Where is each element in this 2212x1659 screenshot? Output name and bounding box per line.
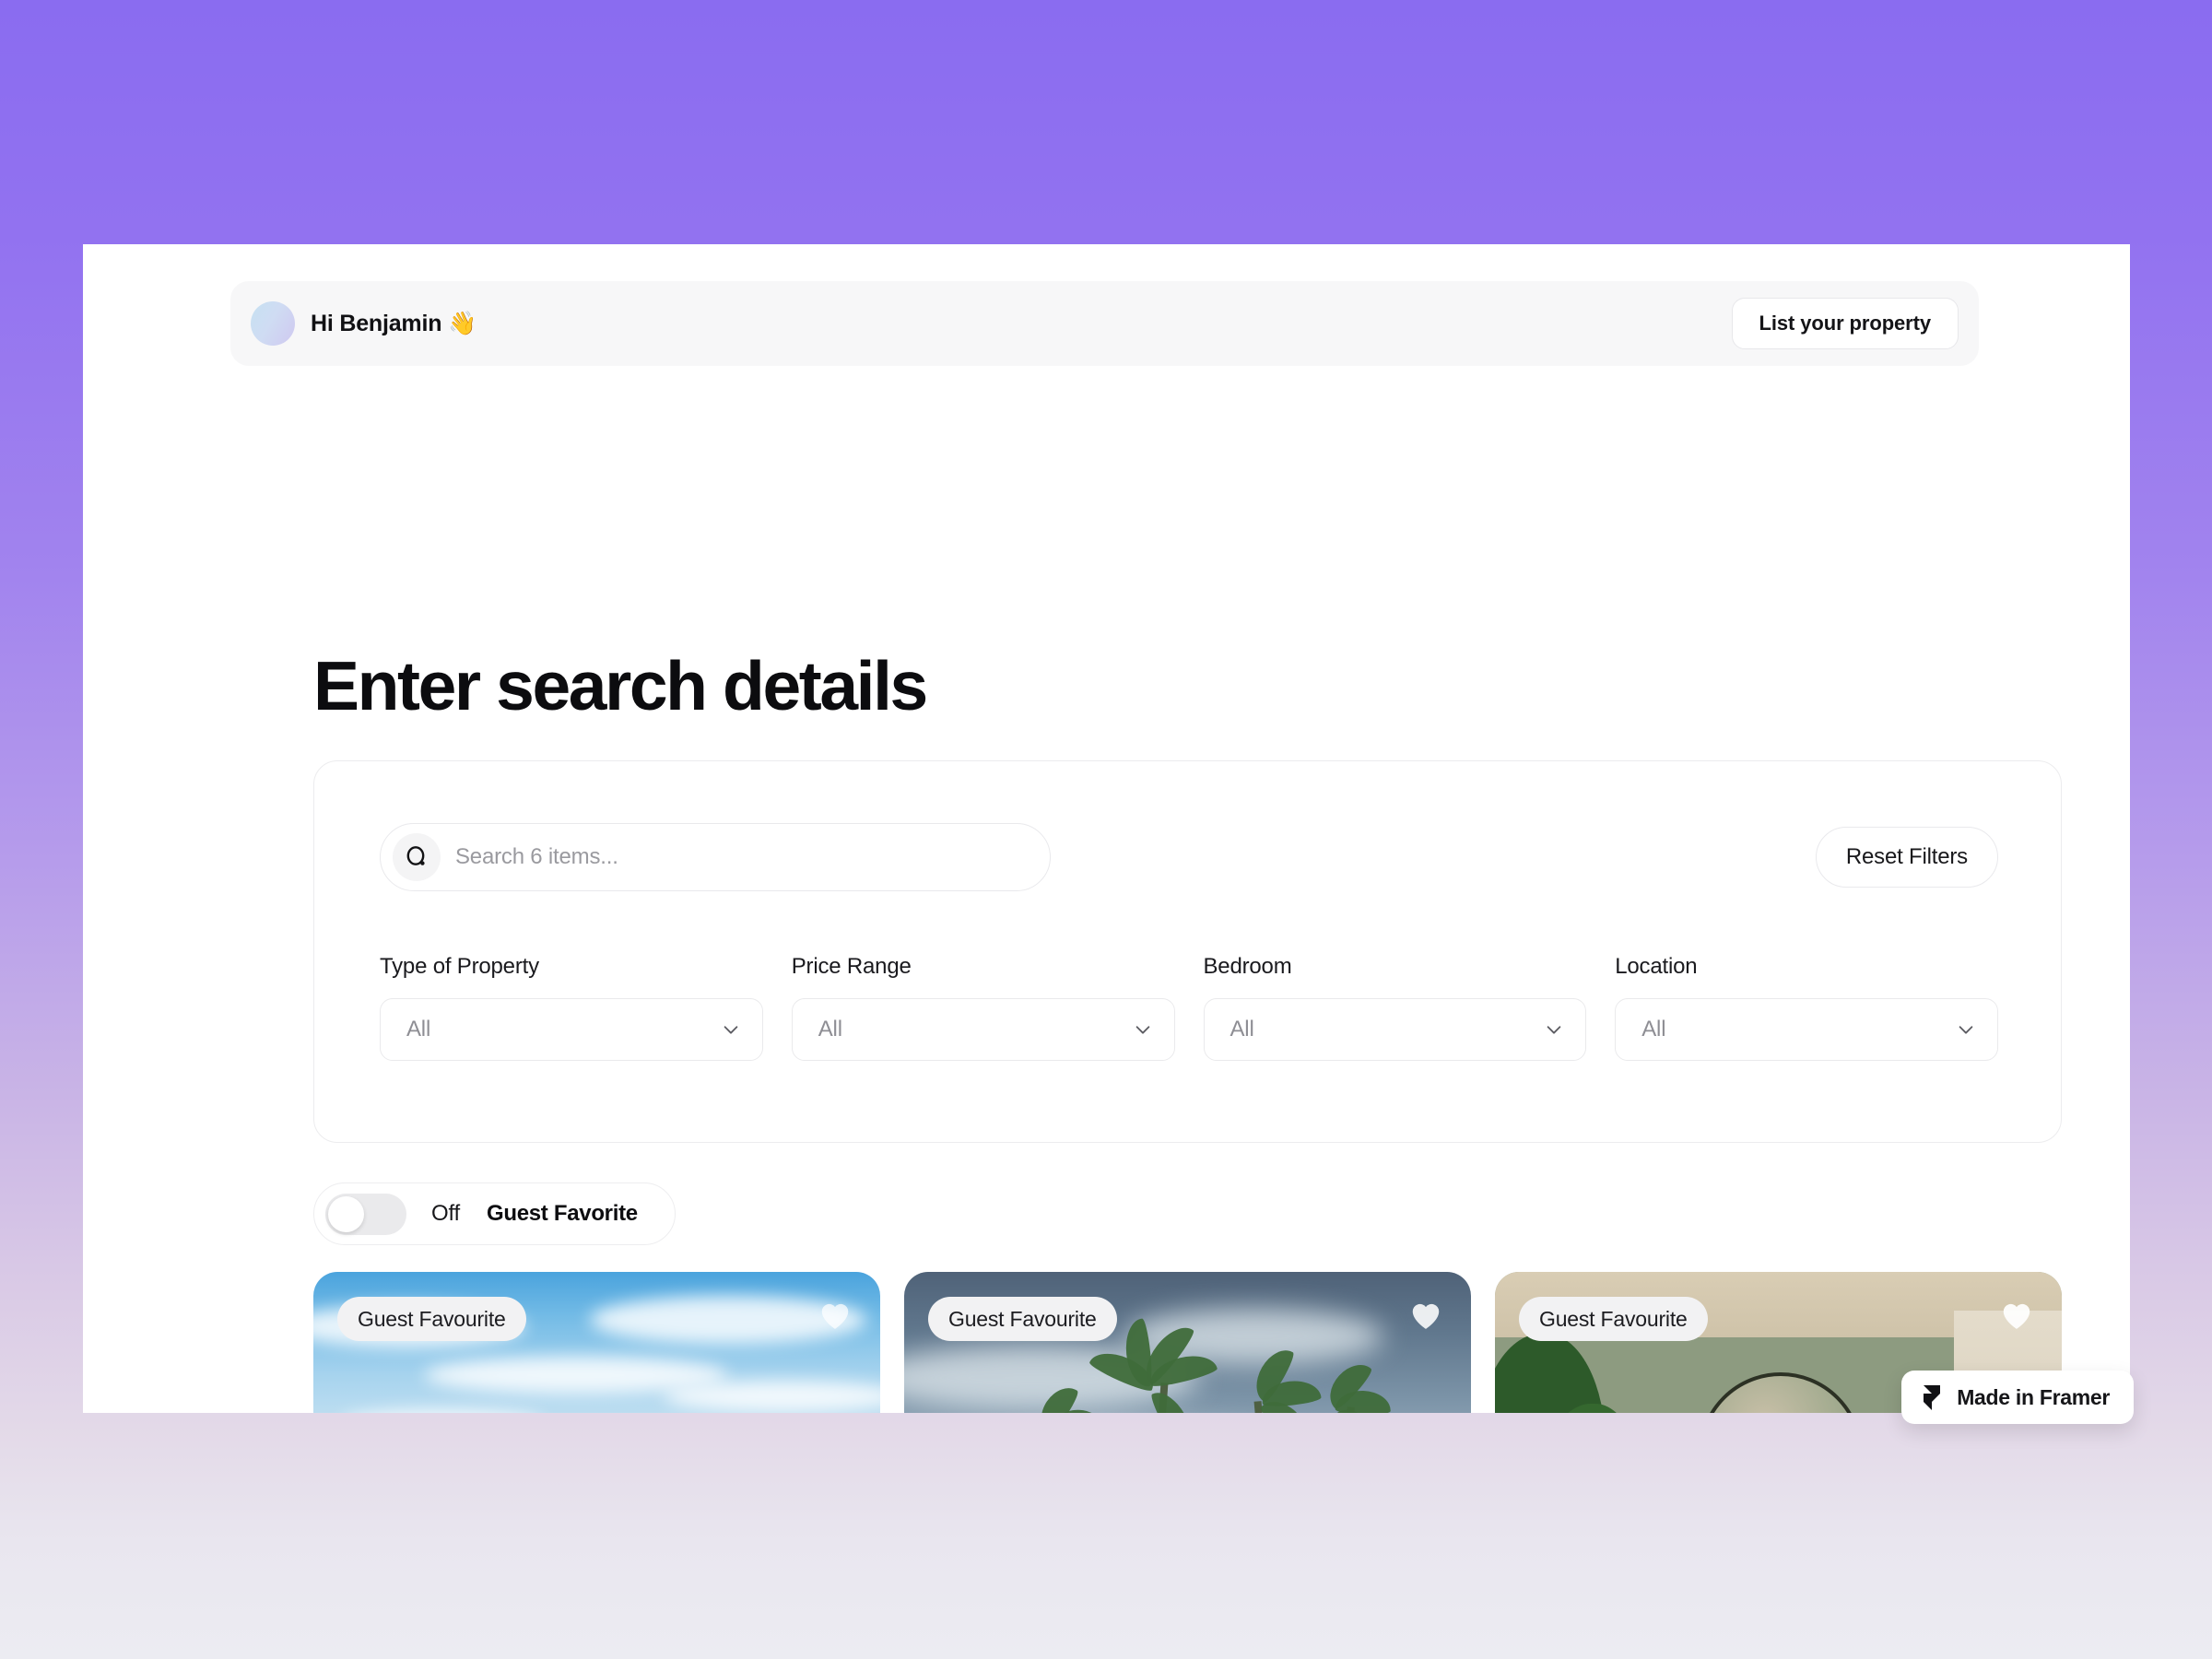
heart-icon[interactable] — [818, 1298, 853, 1331]
select-value: All — [818, 1017, 842, 1041]
filter-bedroom: Bedroom All — [1203, 954, 1587, 1061]
select-type-of-property[interactable]: All — [380, 998, 763, 1061]
filter-type-of-property: Type of Property All — [380, 954, 763, 1061]
chevron-down-icon — [1547, 1026, 1561, 1034]
reset-filters-button[interactable]: Reset Filters — [1815, 827, 1998, 888]
select-value: All — [1230, 1017, 1254, 1041]
chevron-down-icon — [1135, 1026, 1149, 1034]
greeting-group: Hi Benjamin 👋 — [251, 301, 477, 346]
guest-favourite-badge: Guest Favourite — [928, 1297, 1117, 1341]
filter-label: Location — [1615, 954, 1698, 979]
select-bedroom[interactable]: All — [1203, 998, 1587, 1061]
select-value: All — [406, 1017, 431, 1041]
guest-favorite-toggle-group[interactable]: Off Guest Favorite — [313, 1182, 676, 1245]
greeting-text: Hi Benjamin 👋 — [311, 310, 477, 336]
search-input[interactable]: Search 6 items... — [380, 823, 1051, 891]
card-image-beach — [313, 1272, 880, 1413]
filter-label: Type of Property — [380, 954, 539, 979]
property-card[interactable]: Guest Favourite — [313, 1272, 880, 1413]
header-bar: Hi Benjamin 👋 List your property — [230, 281, 1979, 366]
search-placeholder: Search 6 items... — [455, 844, 618, 869]
made-in-framer-badge[interactable]: Made in Framer — [1901, 1371, 2134, 1424]
search-glyph — [406, 846, 425, 865]
select-location[interactable]: All — [1615, 998, 1998, 1061]
filter-label: Bedroom — [1203, 954, 1292, 979]
guest-favourite-badge: Guest Favourite — [337, 1297, 526, 1341]
toggle-state-label: Off — [431, 1201, 460, 1226]
card-image-resort — [904, 1272, 1471, 1413]
avatar — [251, 301, 295, 346]
select-price-range[interactable]: All — [791, 998, 1175, 1061]
chevron-down-icon — [724, 1026, 738, 1034]
switch-knob — [328, 1195, 364, 1232]
page-title: Enter search details — [313, 647, 928, 724]
filter-label: Price Range — [791, 954, 912, 979]
filter-panel — [313, 760, 2062, 1143]
app-window: Hi Benjamin 👋 List your property Enter s… — [83, 244, 2130, 1413]
property-card[interactable]: Guest Favourite — [904, 1272, 1471, 1413]
select-value: All — [1641, 1017, 1666, 1041]
property-cards-row: Guest Favourite Guest Favourite Guest Fa… — [313, 1272, 2062, 1413]
guest-favorite-switch[interactable] — [325, 1193, 406, 1235]
heart-icon[interactable] — [1999, 1298, 2034, 1331]
list-your-property-button[interactable]: List your property — [1731, 298, 1959, 349]
search-row: Search 6 items... Reset Filters — [380, 823, 1998, 891]
search-icon — [393, 833, 441, 881]
chevron-down-icon — [1959, 1026, 1973, 1034]
app-content: Hi Benjamin 👋 List your property Enter s… — [83, 244, 2130, 1413]
framer-badge-label: Made in Framer — [1957, 1384, 2110, 1409]
toggle-name-label: Guest Favorite — [486, 1201, 638, 1226]
framer-logo-icon — [1924, 1385, 1941, 1410]
filter-price-range: Price Range All — [791, 954, 1175, 1061]
guest-favourite-badge: Guest Favourite — [1519, 1297, 1708, 1341]
filters-grid: Type of Property All Price Range All Bed… — [380, 954, 1998, 1061]
heart-icon[interactable] — [1408, 1298, 1443, 1331]
filter-location: Location All — [1615, 954, 1998, 1061]
